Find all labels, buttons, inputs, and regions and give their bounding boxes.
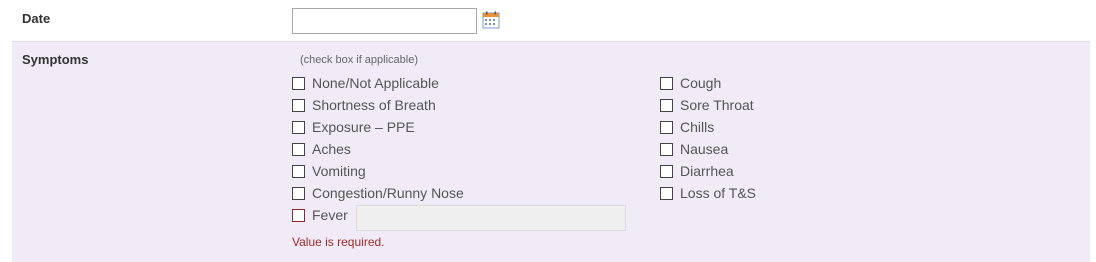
checkbox-box[interactable] <box>660 98 673 112</box>
symptoms-section: Symptoms (check box if applicable) None/… <box>12 41 1090 262</box>
checkbox-box[interactable] <box>292 208 305 222</box>
checkbox-box[interactable] <box>292 164 305 178</box>
checkbox-label: Loss of T&S <box>680 185 757 201</box>
checkbox-box[interactable] <box>292 120 305 134</box>
checkbox-box[interactable] <box>660 186 673 200</box>
checkbox-label: None/Not Applicable <box>312 75 439 91</box>
checkbox-shortness-of-breath[interactable]: Shortness of Breath <box>292 95 436 115</box>
checkbox-exposure-ppe[interactable]: Exposure – PPE <box>292 117 415 137</box>
checkbox-label: Vomiting <box>312 163 366 179</box>
date-input[interactable] <box>292 8 477 34</box>
symptoms-hint: (check box if applicable) <box>300 54 419 66</box>
checkbox-congestion-runny-nose[interactable]: Congestion/Runny Nose <box>292 183 464 203</box>
checkbox-label: Chills <box>680 119 715 135</box>
checkbox-cough[interactable]: Cough <box>660 73 721 93</box>
date-row: Date <box>0 0 1096 40</box>
checkbox-fever[interactable]: Fever <box>292 205 348 225</box>
checkbox-box[interactable] <box>292 142 305 156</box>
checkbox-label: Diarrhea <box>680 163 734 179</box>
checkbox-label: Cough <box>680 75 722 91</box>
fever-detail-input[interactable] <box>356 205 626 231</box>
checkbox-nausea[interactable]: Nausea <box>660 139 728 159</box>
checkbox-diarrhea[interactable]: Diarrhea <box>660 161 734 181</box>
checkbox-loss-of-taste-smell[interactable]: Loss of T&S <box>660 183 756 203</box>
checkbox-label: Shortness of Breath <box>312 97 436 113</box>
checkbox-box[interactable] <box>292 76 305 90</box>
checkbox-box[interactable] <box>660 76 673 90</box>
checkbox-box[interactable] <box>292 98 305 112</box>
checkbox-box[interactable] <box>660 164 673 178</box>
checkbox-label: Aches <box>312 141 351 157</box>
checkbox-label: Congestion/Runny Nose <box>312 185 464 201</box>
checkbox-aches[interactable]: Aches <box>292 139 351 159</box>
checkbox-chills[interactable]: Chills <box>660 117 714 137</box>
checkbox-vomiting[interactable]: Vomiting <box>292 161 366 181</box>
checkbox-box[interactable] <box>660 120 673 134</box>
date-label: Date <box>22 11 51 26</box>
fever-error-message: Value is required. <box>292 235 385 249</box>
symptoms-label: Symptoms <box>22 52 89 67</box>
calendar-icon[interactable] <box>482 11 500 29</box>
checkbox-sore-throat[interactable]: Sore Throat <box>660 95 754 115</box>
checkbox-box[interactable] <box>660 142 673 156</box>
checkbox-label: Nausea <box>680 141 729 157</box>
checkbox-none-not-applicable[interactable]: None/Not Applicable <box>292 73 439 93</box>
checkbox-box[interactable] <box>292 186 305 200</box>
checkbox-label: Exposure – PPE <box>312 119 415 135</box>
checkbox-label: Sore Throat <box>680 97 754 113</box>
checkbox-label: Fever <box>312 207 348 223</box>
